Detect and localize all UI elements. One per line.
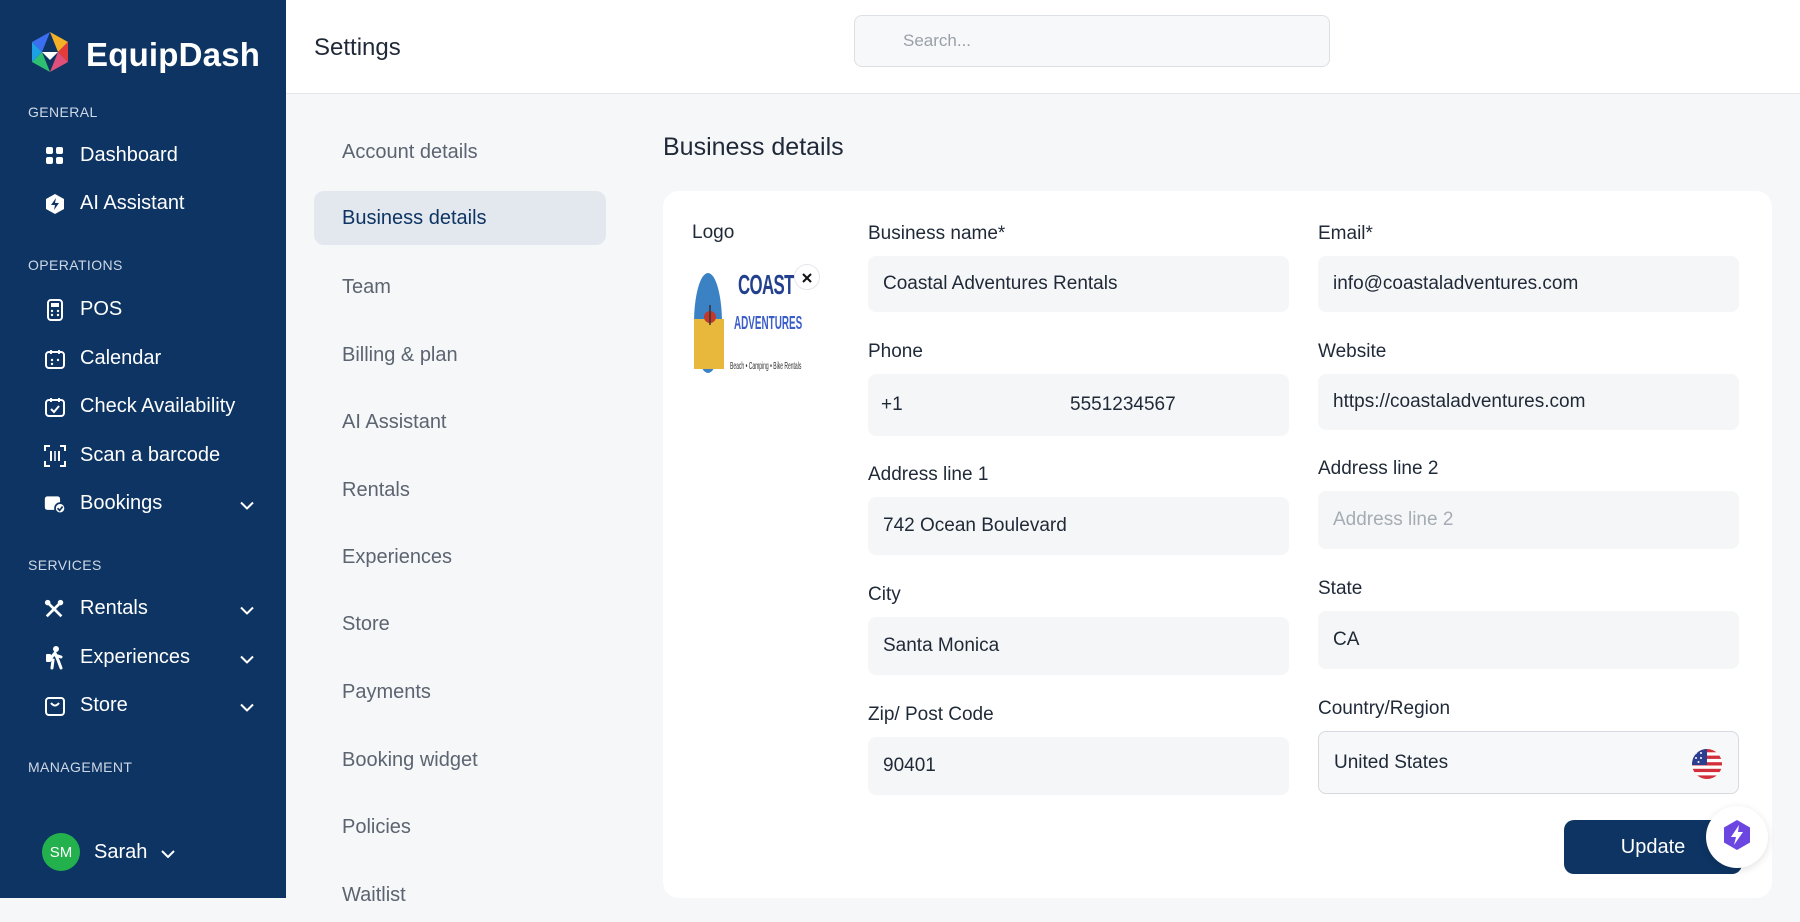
sidebar-item-dashboard[interactable]: Dashboard <box>44 144 254 167</box>
sidebar-item-ai-assistant[interactable]: AI Assistant <box>44 192 254 215</box>
section-management: MANAGEMENT <box>28 759 133 775</box>
settings-nav-store[interactable]: Store <box>314 597 606 651</box>
search-input[interactable] <box>854 15 1330 67</box>
brand[interactable]: EquipDash <box>28 30 260 79</box>
sidebar-item-label: AI Assistant <box>80 192 185 214</box>
business-name-field[interactable]: Coastal Adventures Rentals <box>868 256 1289 312</box>
us-flag-icon <box>1692 749 1722 785</box>
equipdash-logo-icon <box>28 30 72 79</box>
experiences-icon <box>44 645 66 669</box>
country-select[interactable]: United States <box>1318 731 1739 794</box>
sidebar-item-check-availability[interactable]: Check Availability <box>44 395 254 418</box>
section-general: GENERAL <box>28 104 98 120</box>
settings-nav-booking-widget[interactable]: Booking widget <box>314 733 606 787</box>
app-name: EquipDash <box>86 35 261 73</box>
section-operations: OPERATIONS <box>28 257 123 273</box>
business-logo[interactable]: COAST ADVENTURES Beach • Camping • Bike … <box>692 265 806 377</box>
barcode-icon <box>44 444 66 467</box>
sidebar-item-experiences[interactable]: Experiences <box>44 645 254 669</box>
address1-label: Address line 1 <box>868 464 989 485</box>
sidebar-item-label: Dashboard <box>80 144 178 166</box>
sidebar-item-label: Store <box>80 694 128 716</box>
calendar-icon <box>44 348 66 370</box>
sidebar-item-label: Rentals <box>80 597 148 619</box>
section-title: Business details <box>663 133 844 161</box>
sidebar-item-store[interactable]: Store <box>44 694 254 717</box>
city-field[interactable]: Santa Monica <box>868 617 1289 675</box>
zip-field[interactable]: 90401 <box>868 737 1289 795</box>
phone-country-code[interactable]: +1 <box>881 394 903 416</box>
website-field[interactable]: https://coastaladventures.com <box>1318 374 1739 430</box>
logo-text-coast: COAST <box>738 269 794 300</box>
sidebar-item-pos[interactable]: POS <box>44 298 254 321</box>
ai-assistant-floating-button[interactable] <box>1706 806 1768 868</box>
chevron-down-icon[interactable] <box>240 492 254 515</box>
settings-nav-billing-plan[interactable]: Billing & plan <box>314 328 606 382</box>
dashboard-icon <box>44 145 66 167</box>
settings-nav-policies[interactable]: Policies <box>314 800 606 854</box>
sidebar-item-label: POS <box>80 298 123 320</box>
settings-nav-team[interactable]: Team <box>314 260 606 314</box>
settings-nav-waitlist[interactable]: Waitlist <box>314 868 606 922</box>
close-icon <box>802 267 812 288</box>
settings-nav-rentals[interactable]: Rentals <box>314 463 606 517</box>
chevron-down-icon[interactable] <box>240 646 254 669</box>
state-field[interactable]: CA <box>1318 611 1739 669</box>
chevron-down-icon[interactable] <box>240 597 254 620</box>
phone-field[interactable]: +1 5551234567 <box>868 374 1289 436</box>
user-name: Sarah <box>94 840 148 863</box>
settings-nav-payments[interactable]: Payments <box>314 665 606 719</box>
logo-text-adventures: ADVENTURES <box>734 313 803 333</box>
sidebar-item-calendar[interactable]: Calendar <box>44 347 254 370</box>
avatar: SM <box>42 833 80 871</box>
pos-icon <box>44 298 66 321</box>
remove-logo-button[interactable] <box>794 264 820 290</box>
sidebar-item-rentals[interactable]: Rentals <box>44 597 254 620</box>
chevron-down-icon[interactable] <box>240 694 254 717</box>
phone-number-input[interactable]: 5551234567 <box>1070 394 1176 416</box>
ai-assistant-icon <box>44 193 66 215</box>
phone-label: Phone <box>868 341 923 362</box>
logo-label: Logo <box>692 222 735 243</box>
sidebar-item-label: Scan a barcode <box>80 444 221 466</box>
logo-tagline: Beach • Camping • Bike Rentals <box>730 361 802 372</box>
top-bar: Settings <box>286 0 1800 94</box>
country-value: United States <box>1334 751 1449 773</box>
sidebar-item-bookings[interactable]: Bookings <box>44 492 254 515</box>
country-label: Country/Region <box>1318 698 1451 719</box>
settings-nav-account-details[interactable]: Account details <box>314 125 606 179</box>
check-availability-icon <box>44 396 66 418</box>
sidebar-item-label: Calendar <box>80 347 162 369</box>
user-menu[interactable]: SM Sarah <box>42 833 176 871</box>
lightning-icon <box>1722 819 1752 856</box>
sidebar-item-label: Bookings <box>80 492 163 514</box>
section-services: SERVICES <box>28 557 102 573</box>
website-label: Website <box>1318 341 1387 362</box>
address2-label: Address line 2 <box>1318 458 1439 479</box>
store-icon <box>44 695 66 717</box>
sidebar-item-label: Experiences <box>80 646 191 668</box>
sidebar-item-label: Check Availability <box>80 395 236 417</box>
city-label: City <box>868 584 901 605</box>
sidebar: EquipDash GENERAL Dashboard AI Assistant… <box>0 0 286 898</box>
email-label: Email* <box>1318 223 1373 244</box>
sidebar-item-scan-barcode[interactable]: Scan a barcode <box>44 444 254 467</box>
rentals-icon <box>44 598 66 620</box>
zip-label: Zip/ Post Code <box>868 704 994 725</box>
address2-field[interactable]: Address line 2 <box>1318 491 1739 549</box>
settings-nav-ai-assistant[interactable]: AI Assistant <box>314 395 606 449</box>
chevron-down-icon <box>161 841 176 864</box>
bookings-icon <box>44 493 66 515</box>
email-field[interactable]: info@coastaladventures.com <box>1318 256 1739 312</box>
state-label: State <box>1318 578 1363 599</box>
settings-nav-experiences[interactable]: Experiences <box>314 530 606 584</box>
address1-field[interactable]: 742 Ocean Boulevard <box>868 497 1289 555</box>
page-title: Settings <box>314 34 401 61</box>
business-name-label: Business name* <box>868 223 1006 244</box>
settings-nav-business-details[interactable]: Business details <box>314 191 606 245</box>
